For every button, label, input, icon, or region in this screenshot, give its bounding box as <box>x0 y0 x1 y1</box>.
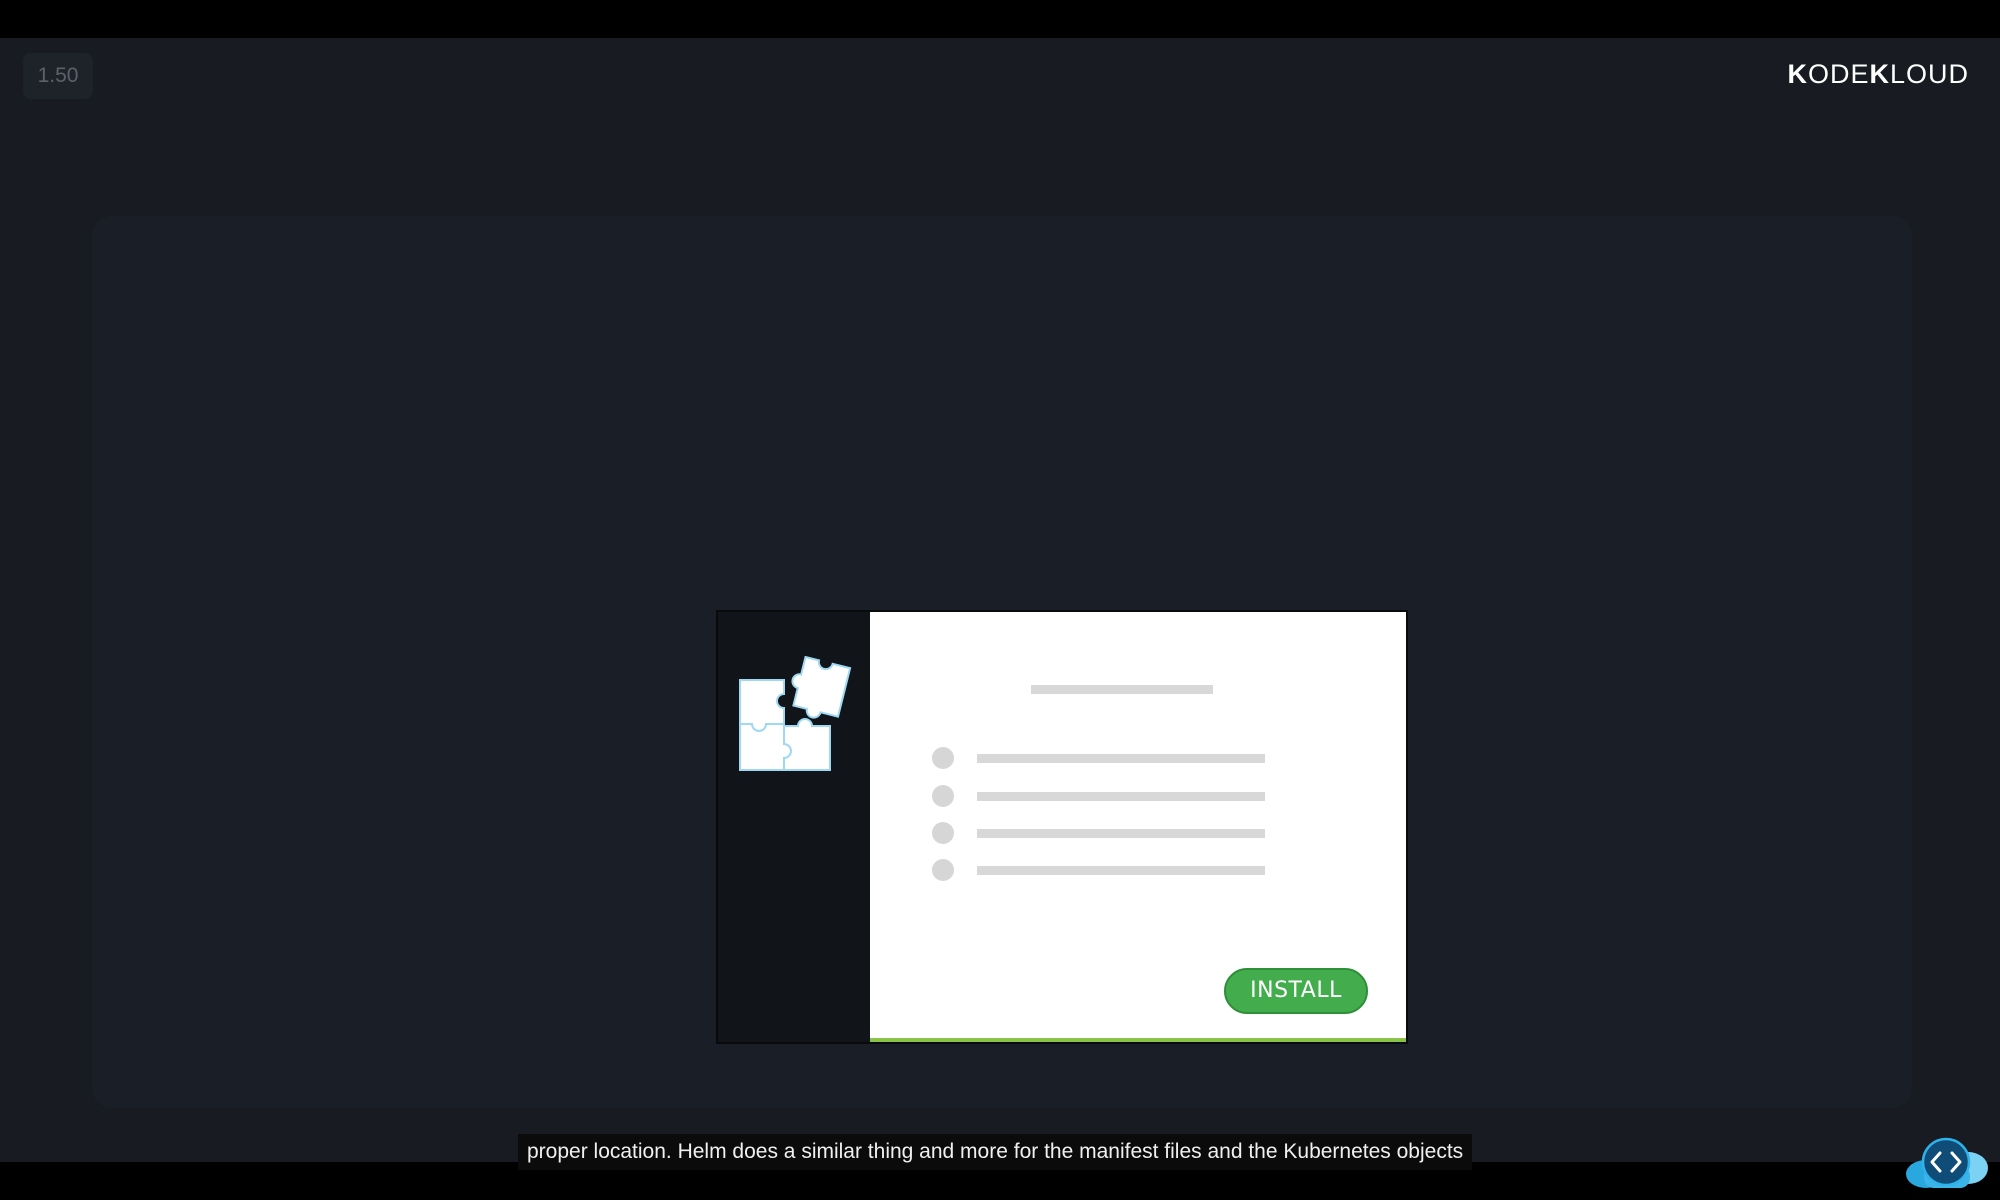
installer-window: INSTALL <box>716 610 1408 1044</box>
progress-bar <box>870 1038 1406 1042</box>
puzzle-pieces-icon <box>739 655 852 771</box>
option-row[interactable] <box>932 785 1265 807</box>
option-row[interactable] <box>932 747 1265 769</box>
video-frame: 1.50 K ODE K LOUD INSTALL proper locatio… <box>0 38 2000 1188</box>
option-placeholder-line <box>977 792 1265 801</box>
installer-side-panel <box>718 612 870 1042</box>
option-placeholder-line <box>977 754 1265 763</box>
title-placeholder-bar <box>1031 685 1213 694</box>
logo-text-ode: ODE <box>1807 58 1870 89</box>
radio-dot[interactable] <box>932 822 954 844</box>
option-row[interactable] <box>932 859 1265 881</box>
installer-content: INSTALL <box>870 612 1406 1042</box>
radio-dot[interactable] <box>932 859 954 881</box>
logo-letter-k1: K <box>1787 58 1808 89</box>
option-placeholder-line <box>977 829 1265 838</box>
subtitle-caption: proper location. Helm does a similar thi… <box>518 1134 1473 1170</box>
option-row[interactable] <box>932 822 1265 844</box>
install-button[interactable]: INSTALL <box>1224 968 1368 1014</box>
logo-letter-k2: K <box>1869 58 1890 89</box>
cloud-code-button[interactable] <box>1904 1136 1990 1190</box>
option-placeholder-line <box>977 866 1265 875</box>
slide-canvas: INSTALL <box>92 216 1912 1108</box>
radio-dot[interactable] <box>932 785 954 807</box>
logo-text-loud: LOUD <box>1889 58 1969 89</box>
playback-speed-badge[interactable]: 1.50 <box>23 53 93 99</box>
radio-dot[interactable] <box>932 747 954 769</box>
kodekloud-logo: K ODE K LOUD <box>1787 56 1969 92</box>
